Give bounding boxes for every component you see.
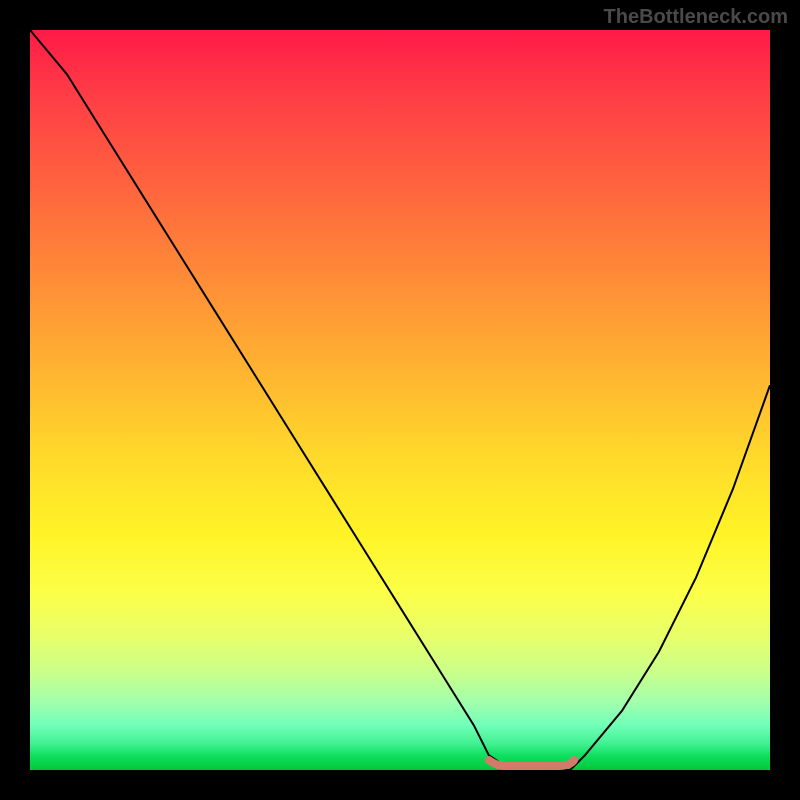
chart-svg xyxy=(30,30,770,770)
bottleneck-curve-line xyxy=(30,30,770,770)
watermark-text: TheBottleneck.com xyxy=(604,6,788,29)
plot-area xyxy=(30,30,770,770)
optimal-segment-highlight xyxy=(489,760,574,766)
